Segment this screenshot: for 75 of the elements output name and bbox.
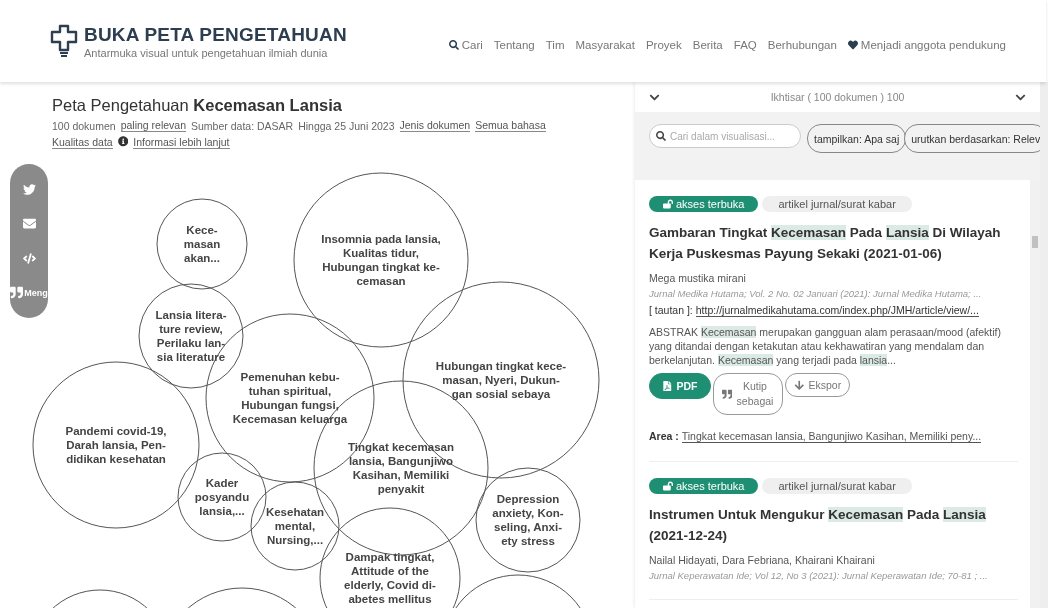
topic-bubble[interactable] [177, 452, 267, 542]
meta-link[interactable]: paling relevan [120, 119, 187, 132]
document-link[interactable]: http://jurnalmedikahutama.com/index.php/JMH/article/view/... [695, 304, 979, 317]
area-label: Area : [649, 430, 679, 443]
bubble-label: Insomnia pada lansia, Kualitas tidur, Hubungan tingkat ke- cemasan [321, 232, 441, 288]
filter-dropdown[interactable]: tampilkan: Apa saj [807, 124, 907, 153]
bubble-label: Lansia litera- ture review, Perilaku lan- sia literature [155, 308, 227, 364]
twitter-icon [22, 182, 36, 196]
heart-icon [847, 40, 858, 50]
type-tag: artikel jurnal/surat kabar [762, 196, 912, 212]
area-link[interactable]: Tingkat kecemasan lansia, Bangunjiwo Kasihan, Memiliki peny... [681, 430, 982, 443]
nav-link[interactable]: Menjadi anggota pendukung [847, 39, 1006, 51]
page-scrollbar[interactable] [1040, 82, 1048, 608]
meta-text: Hingga 25 Juni 2023 [298, 119, 395, 132]
pdf-button[interactable]: PDF [649, 373, 711, 399]
embed-button[interactable] [22, 251, 36, 265]
info-icon [117, 136, 129, 147]
quote-icon [721, 388, 732, 400]
open-access-badge: akses terbuka [649, 478, 759, 494]
bubble-label: Pemenuhan kebu- tuhan spiritual, Hubungan fungsi, Kecemasan keluarga [232, 370, 348, 426]
topic-bubble[interactable] [156, 198, 248, 290]
meta-link[interactable]: Jenis dokumen [399, 119, 471, 132]
export-button[interactable]: Ekspor [785, 373, 851, 397]
bubble-label: Pandemi covid-19, Darah lansia, Pen- didikan kesehatan [65, 424, 167, 466]
bubble-label: Kesehatan mental, Nursing,... [265, 505, 325, 547]
nav-link[interactable]: Berhubungan [767, 39, 837, 51]
nav-link[interactable]: Cari [448, 39, 483, 51]
cite-button[interactable]: Kutip sebagai [712, 373, 783, 415]
nav-link[interactable]: Masyarakat [575, 39, 635, 51]
document-abstract: ABSTRAK Kecemasan merupakan gangguan alam perasaan/mood (afektif) yang ditandai dengan ketakutan atau kekhawatiran yang mendalam dan berkelanjutan. Kecemasan yang terjadi pada lansia... [649, 325, 1002, 367]
logo-icon [50, 24, 78, 58]
site-subtitle: Antarmuka visual untuk pengetahuan ilmiah dunia [84, 46, 329, 59]
map-title: Peta Pengetahuan Kecemasan Lansia [52, 96, 343, 115]
document-source: Jurnal Medika Hutama; Vol. 2 No. 02 Januari (2021): Jurnal Medika Hutama; ... [649, 288, 983, 299]
quote-icon [10, 286, 24, 300]
search-icon [656, 131, 666, 141]
bubble-label: Kece- masan akan... [183, 223, 221, 265]
topic-bubble[interactable] [475, 467, 581, 573]
bubble-label: Dampak tingkat, Attitude of the elderly, Covid di- abetes mellitus [344, 550, 436, 606]
nav-link[interactable]: Proyek [645, 39, 682, 51]
meta-text: 100 dokumen [52, 119, 116, 132]
topic-bubble[interactable] [250, 481, 340, 571]
overview-text: Ikhtisar ( 100 dokumen ) 100 [769, 91, 906, 103]
meta-link[interactable]: Informasi lebih lanjut [133, 136, 230, 149]
bubble-label: Depression anxiety, Kon- seling, Anxi- ety stress [492, 492, 564, 548]
search-icon [448, 40, 459, 50]
document-icon [662, 380, 673, 392]
download-icon [794, 379, 805, 391]
code-icon [22, 251, 36, 265]
document-title[interactable]: Gambaran Tingkat Kecemasan Pada Lansia Di Wilayah Kerja Puskesmas Payung Sekaki (2021-01-06) [649, 222, 1018, 264]
link-label: [ tautan ]: [649, 304, 693, 317]
overview-bar[interactable]: Ikhtisar ( 100 dokumen ) 100 [635, 82, 1040, 112]
nav-link[interactable]: Berita [692, 39, 723, 51]
topic-bubble[interactable] [293, 172, 469, 348]
search-field[interactable]: Cari dalam visualisasi... [649, 124, 801, 148]
bubble-label: Kader posyandu lansia,... [194, 476, 250, 518]
nav-link[interactable]: Tentang [493, 39, 535, 51]
mail-button[interactable] [22, 217, 36, 231]
document-title[interactable]: Instrumen Untuk Mengukur Kecemasan Pada Lansia (2021-12-24) [649, 504, 1018, 546]
meta-text: Sumber data: DASAR [191, 119, 294, 132]
bubble-label: Hubungan tingkat kece- masan, Nyeri, Dukun- gan sosial sebaya [435, 359, 567, 401]
meta-link[interactable]: Kualitas data [52, 136, 113, 149]
nav-link[interactable]: FAQ [733, 39, 757, 51]
nav-link[interactable]: Tim [545, 39, 565, 51]
cite-button[interactable]: Meng [10, 286, 48, 300]
open-access-badge: akses terbuka [649, 196, 759, 212]
mail-icon [22, 217, 36, 231]
document-source: Jurnal Keperawatan Ide; Vol 12, No 3 (2021): Jurnal Keperawatan Ide; 70-81 ; ... [649, 570, 989, 581]
document-authors: Nailal Hidayati, Dara Febriana, Khairani Khairani [649, 554, 876, 566]
filter-dropdown[interactable]: urutkan berdasarkan: Relev [904, 124, 1040, 153]
meta-link[interactable]: Semua bahasa [475, 119, 546, 132]
document-authors: Mega mustika mirani [649, 272, 747, 284]
type-tag: artikel jurnal/surat kabar [762, 478, 912, 494]
site-title: BUKA PETA PENGETAHUAN [84, 23, 347, 46]
twitter-button[interactable] [22, 182, 36, 196]
